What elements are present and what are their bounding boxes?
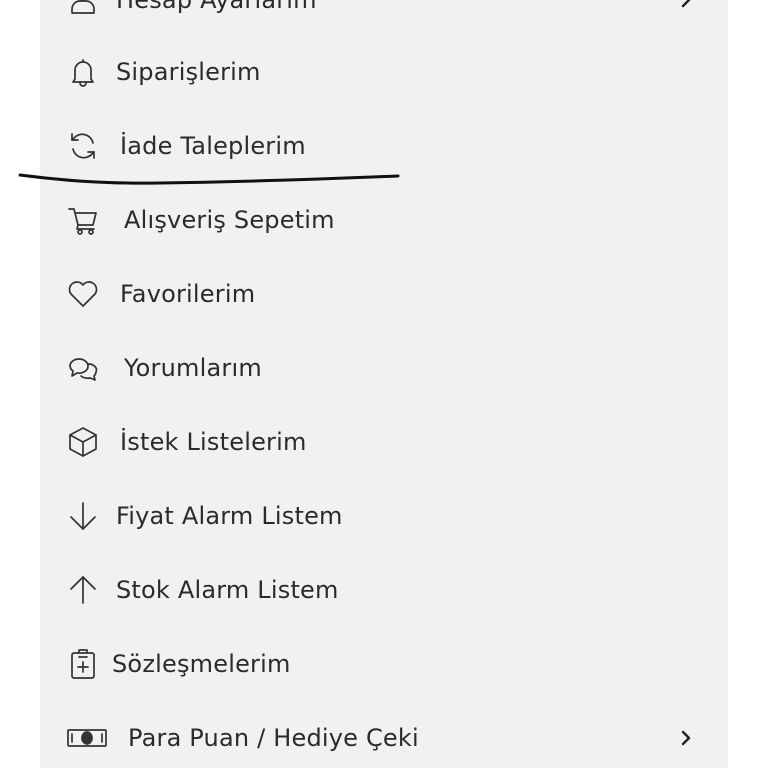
chat-bubbles-icon xyxy=(66,351,100,385)
menu-item-label: Fiyat Alarm Listem xyxy=(116,502,343,530)
menu-item-wishlists[interactable]: İstek Listelerim xyxy=(40,412,728,472)
menu-item-label: Hesap Ayarlarım xyxy=(116,0,317,14)
menu-item-reviews[interactable]: Yorumlarım xyxy=(40,338,728,398)
account-menu-panel: Hesap Ayarlarım Siparişlerim İade Talepl… xyxy=(40,0,728,768)
menu-item-favorites[interactable]: Favorilerim xyxy=(40,264,728,324)
menu-item-returns[interactable]: İade Taleplerim xyxy=(40,116,728,176)
menu-item-label: Alışveriş Sepetim xyxy=(124,206,335,234)
clipboard-plus-icon xyxy=(66,647,100,681)
menu-item-label: Siparişlerim xyxy=(116,58,261,86)
arrow-up-icon xyxy=(66,573,100,607)
menu-item-label: İstek Listelerim xyxy=(120,428,307,456)
menu-item-label: Stok Alarm Listem xyxy=(116,576,339,604)
cube-icon xyxy=(66,425,100,459)
arrow-down-icon xyxy=(66,499,100,533)
menu-item-points-gift-card[interactable]: Para Puan / Hediye Çeki xyxy=(40,708,728,768)
menu-item-account-settings[interactable]: Hesap Ayarlarım xyxy=(40,0,728,30)
money-icon xyxy=(66,721,110,755)
menu-item-label: İade Taleplerim xyxy=(120,132,306,160)
heart-icon xyxy=(66,277,100,311)
chevron-right-icon xyxy=(676,728,696,748)
refresh-icon xyxy=(66,129,100,163)
menu-item-label: Sözleşmelerim xyxy=(112,650,291,678)
menu-item-label: Yorumlarım xyxy=(124,354,262,382)
menu-item-label: Para Puan / Hediye Çeki xyxy=(128,724,419,752)
menu-item-orders[interactable]: Siparişlerim xyxy=(40,42,728,102)
chevron-right-icon xyxy=(676,0,696,10)
user-icon xyxy=(66,0,100,17)
menu-item-contracts[interactable]: Sözleşmelerim xyxy=(40,634,728,694)
bell-icon xyxy=(66,55,100,89)
menu-item-label: Favorilerim xyxy=(120,280,256,308)
menu-item-price-alarms[interactable]: Fiyat Alarm Listem xyxy=(40,486,728,546)
menu-item-cart[interactable]: Alışveriş Sepetim xyxy=(40,190,728,250)
cart-icon xyxy=(66,203,100,237)
menu-item-stock-alarms[interactable]: Stok Alarm Listem xyxy=(40,560,728,620)
